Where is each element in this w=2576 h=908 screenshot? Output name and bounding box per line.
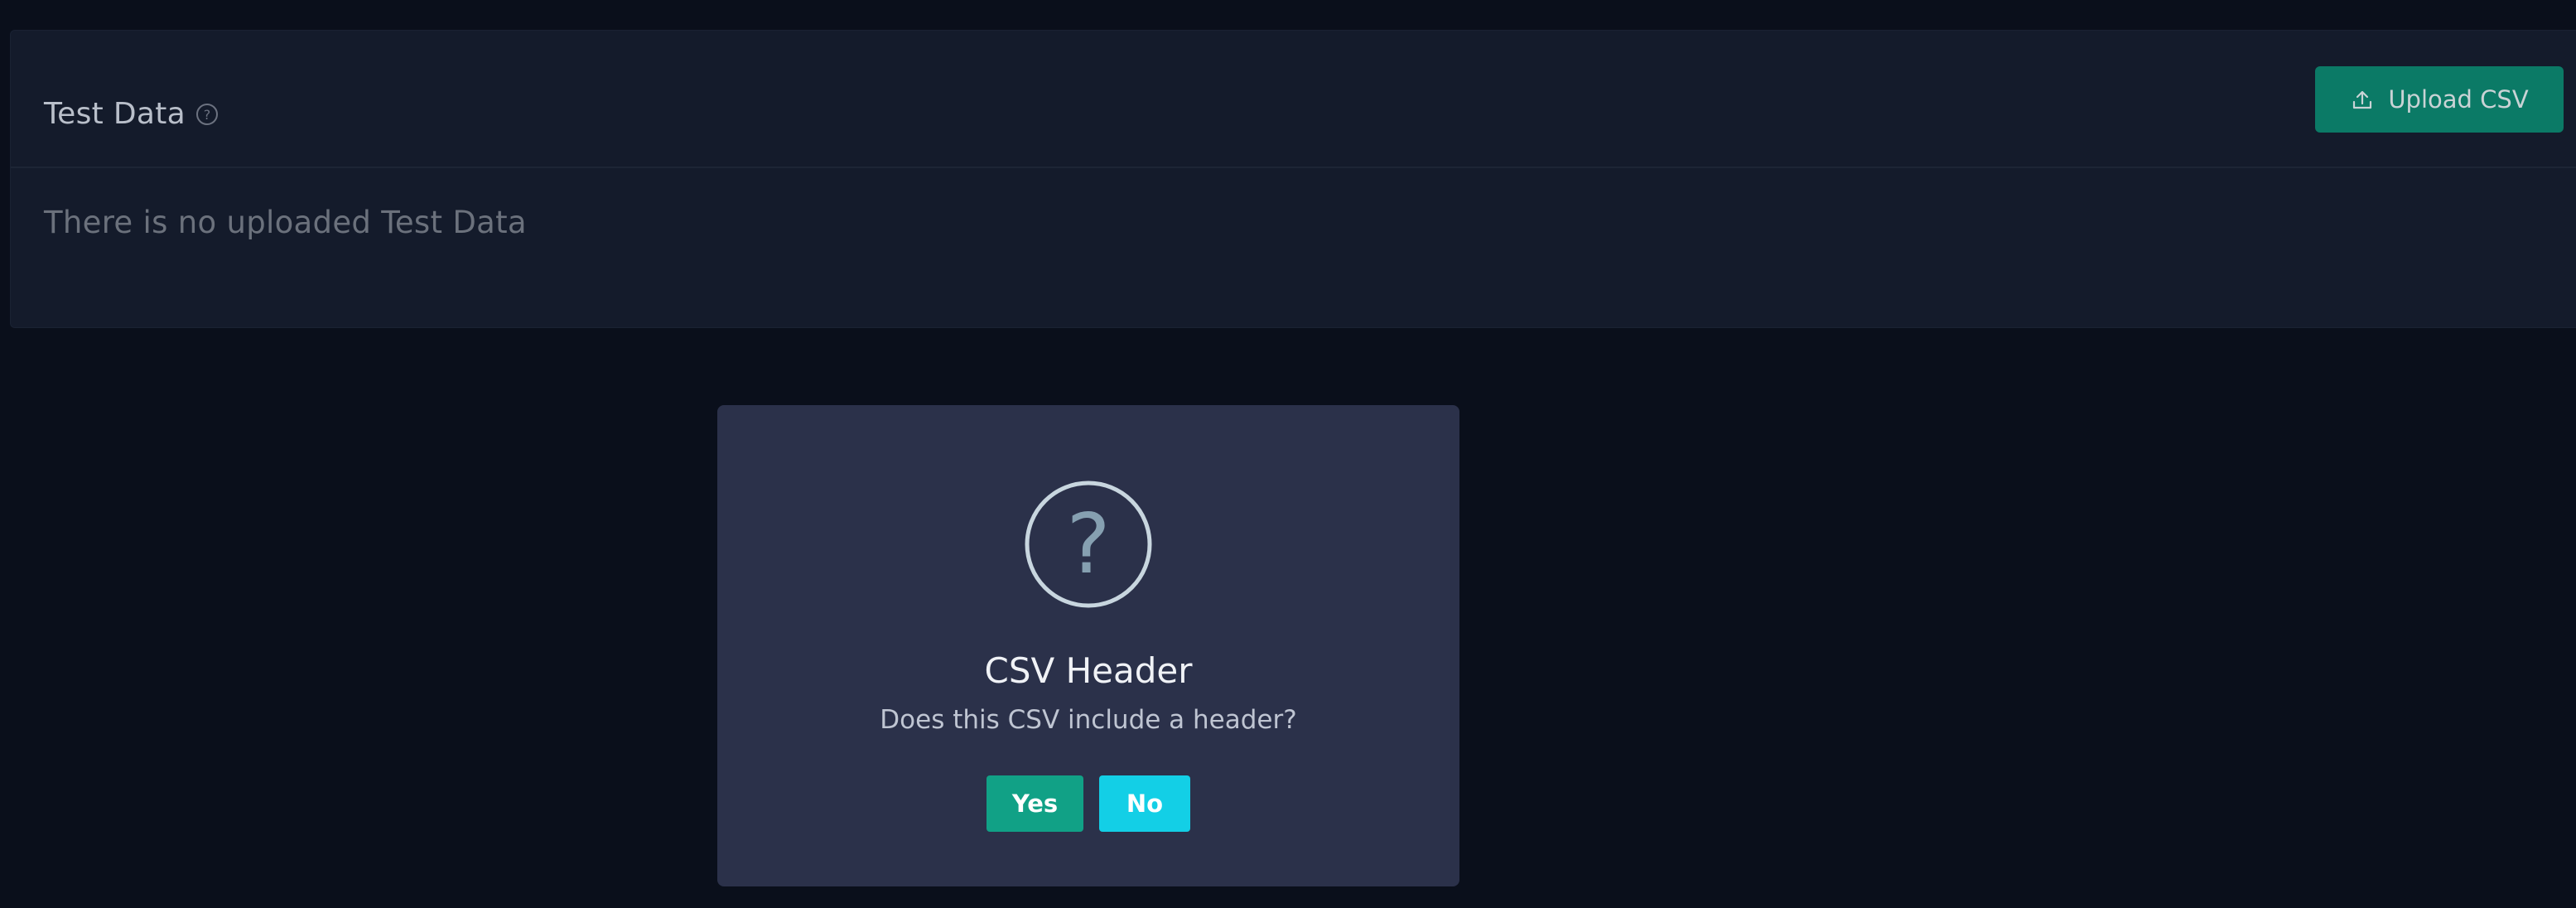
test-data-title-group: Test Data ?	[44, 97, 219, 131]
test-data-card-header: Test Data ? Upload CSV	[11, 31, 2576, 168]
test-data-card: Test Data ? Upload CSV There is no uploa…	[10, 30, 2576, 328]
page: Test Data ? Upload CSV There is no uploa…	[0, 0, 2576, 908]
upload-csv-button[interactable]: Upload CSV	[2315, 66, 2564, 133]
question-circle-icon: ?	[1024, 480, 1153, 609]
upload-csv-label: Upload CSV	[2388, 85, 2529, 114]
help-icon[interactable]: ?	[195, 103, 219, 126]
question-glyph: ?	[1066, 495, 1110, 592]
upload-icon	[2350, 87, 2375, 112]
empty-test-data-message: There is no uploaded Test Data	[44, 205, 527, 240]
dialog-message: Does this CSV include a header?	[880, 705, 1297, 735]
yes-button[interactable]: Yes	[987, 775, 1083, 832]
dialog-title: CSV Header	[984, 650, 1193, 691]
csv-header-dialog: ? CSV Header Does this CSV include a hea…	[717, 405, 1459, 886]
svg-text:?: ?	[204, 107, 211, 123]
test-data-title: Test Data	[44, 97, 186, 131]
no-button[interactable]: No	[1099, 775, 1190, 832]
